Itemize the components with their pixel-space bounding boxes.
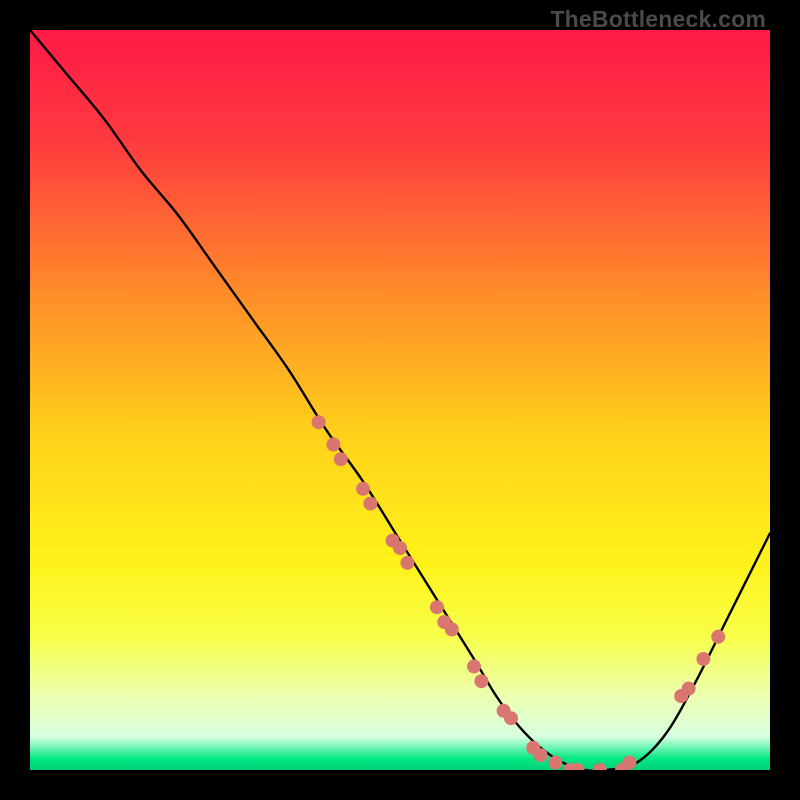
highlight-point [474,674,488,688]
highlight-point [430,600,444,614]
chart-curve-layer [30,30,770,770]
highlight-points-group [312,415,726,770]
highlight-point [711,630,725,644]
highlight-point [622,756,636,770]
highlight-point [504,711,518,725]
highlight-point [363,497,377,511]
highlight-point [593,763,607,770]
highlight-point [467,659,481,673]
highlight-point [445,622,459,636]
highlight-point [400,556,414,570]
bottleneck-curve [30,30,770,770]
chart-plot-area [30,30,770,770]
chart-frame [30,30,770,770]
highlight-point [682,682,696,696]
highlight-point [326,437,340,451]
highlight-point [356,482,370,496]
highlight-point [548,756,562,770]
highlight-point [696,652,710,666]
highlight-point [334,452,348,466]
watermark-text: TheBottleneck.com [550,6,766,33]
highlight-point [312,415,326,429]
highlight-point [393,541,407,555]
highlight-point [534,748,548,762]
